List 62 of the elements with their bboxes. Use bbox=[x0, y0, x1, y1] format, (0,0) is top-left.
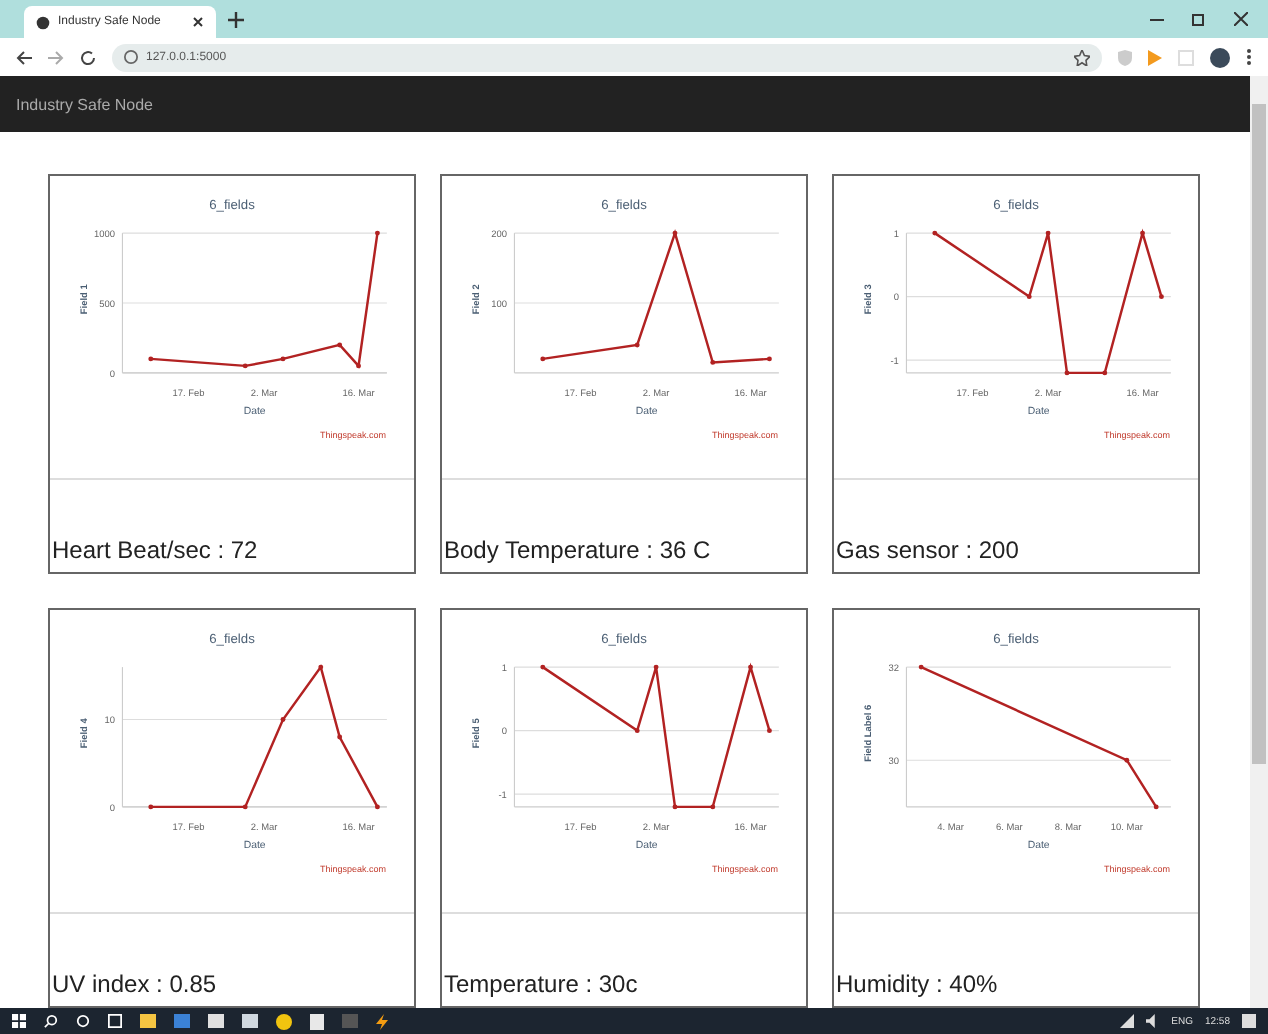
data-point bbox=[280, 717, 286, 722]
menu-icon[interactable] bbox=[1246, 48, 1252, 66]
close-icon[interactable] bbox=[1234, 12, 1248, 26]
data-point bbox=[672, 804, 678, 810]
data-point bbox=[1124, 757, 1130, 763]
data-point bbox=[710, 359, 716, 365]
browser-icon[interactable] bbox=[276, 1013, 292, 1029]
volume-icon[interactable] bbox=[1145, 1014, 1160, 1028]
data-point bbox=[634, 342, 640, 348]
sensor-reading: Gas sensor : 200 bbox=[836, 536, 1019, 564]
data-point bbox=[710, 804, 716, 810]
data-point bbox=[1153, 804, 1159, 810]
data-point bbox=[918, 664, 924, 670]
data-point bbox=[148, 356, 154, 362]
restore-icon[interactable] bbox=[1192, 12, 1206, 26]
data-point bbox=[148, 804, 154, 810]
sensor-reading: Body Temperature : 36 C bbox=[444, 536, 711, 564]
data-point bbox=[1026, 294, 1032, 300]
data-point bbox=[1064, 370, 1070, 376]
data-point bbox=[634, 728, 640, 734]
document-icon[interactable] bbox=[310, 1013, 324, 1029]
lightning-icon[interactable] bbox=[376, 1013, 388, 1029]
network-icon[interactable] bbox=[1119, 1014, 1134, 1028]
data-point bbox=[280, 356, 286, 362]
data-point bbox=[356, 363, 361, 369]
data-point bbox=[242, 804, 248, 810]
profile-avatar-icon[interactable] bbox=[1210, 47, 1230, 67]
data-point bbox=[242, 363, 248, 369]
data-point bbox=[748, 664, 753, 670]
data-point bbox=[375, 230, 380, 236]
data-point bbox=[540, 664, 546, 670]
data-point bbox=[767, 356, 772, 362]
data-point bbox=[932, 230, 938, 236]
data-point bbox=[318, 664, 324, 670]
data-point bbox=[337, 734, 343, 740]
data-point bbox=[375, 804, 380, 810]
data-point bbox=[672, 230, 678, 236]
data-point bbox=[1102, 370, 1108, 376]
start-icon[interactable] bbox=[12, 1014, 26, 1028]
new-tab-icon[interactable] bbox=[228, 11, 244, 27]
sensor-reading: UV index : 0.85 bbox=[52, 970, 217, 998]
reload-icon[interactable] bbox=[80, 49, 96, 65]
cortana-icon[interactable] bbox=[76, 1014, 90, 1028]
data-point bbox=[337, 342, 343, 348]
search-icon[interactable] bbox=[44, 1014, 58, 1028]
data-point bbox=[540, 356, 546, 362]
star-icon[interactable] bbox=[1074, 49, 1090, 65]
info-icon bbox=[124, 50, 138, 64]
task-view-icon[interactable] bbox=[108, 1014, 122, 1028]
data-point bbox=[767, 728, 772, 734]
scrollbar[interactable] bbox=[1250, 76, 1268, 1008]
data-point bbox=[1159, 294, 1164, 300]
sensor-reading: Humidity : 40% bbox=[836, 970, 998, 998]
data-point bbox=[1045, 230, 1051, 236]
data-point bbox=[653, 664, 659, 670]
globe-icon bbox=[36, 15, 50, 29]
sensor-reading: Heart Beat/sec : 72 bbox=[52, 536, 258, 564]
back-icon[interactable] bbox=[16, 49, 32, 65]
close-icon[interactable] bbox=[192, 16, 204, 28]
data-point bbox=[1140, 230, 1145, 236]
sensor-reading: Temperature : 30c bbox=[444, 970, 638, 998]
brand-title[interactable]: Industry Safe Node bbox=[16, 95, 153, 113]
